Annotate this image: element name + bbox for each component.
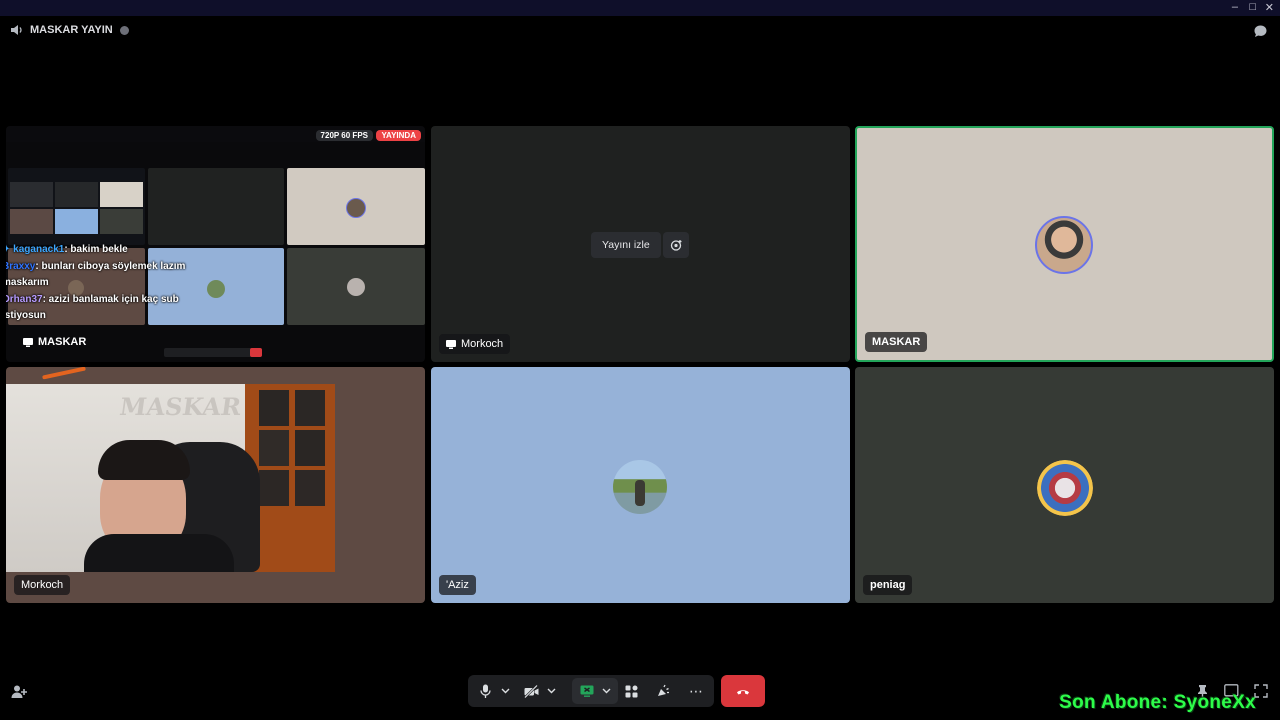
channel-header: MASKAR YAYIN — [10, 24, 130, 36]
avatar — [613, 460, 667, 514]
preview-tile — [8, 168, 145, 245]
more-options-button[interactable]: ⋯ — [686, 675, 706, 707]
stream-owner-tag: MASKAR — [16, 332, 93, 352]
user-tag: Morkoch — [439, 334, 511, 354]
stream-tile-morkoch[interactable]: Yayını izle Morkoch — [431, 126, 850, 362]
camera-tile-morkoch[interactable]: MASKAR Morkoch — [6, 367, 425, 603]
maximize-button[interactable]: □ — [1249, 1, 1256, 13]
preview-tile — [287, 248, 425, 325]
screen-share-button[interactable] — [572, 678, 618, 704]
eye-plus-icon — [670, 239, 681, 251]
chat-message: Braxxy: bunları ciboya söylemek lazım ma… — [6, 260, 186, 289]
chat-bubble-icon[interactable] — [1253, 24, 1268, 39]
mini-control-bar — [164, 348, 262, 357]
user-tag: peniag — [863, 575, 913, 595]
minimize-button[interactable]: – — [1232, 1, 1238, 13]
add-friend-icon[interactable] — [11, 684, 27, 699]
last-subscriber-overlay: Son Abone: SyoneXx — [1059, 692, 1256, 713]
chevron-down-icon — [547, 688, 555, 694]
avatar — [1035, 216, 1093, 274]
screen-icon — [446, 339, 456, 349]
preview-tile — [287, 168, 425, 245]
hair — [98, 440, 190, 480]
live-badge: YAYINDA — [376, 130, 421, 141]
channel-name: MASKAR YAYIN — [30, 24, 113, 36]
user-tile-aziz[interactable]: 'Aziz — [431, 367, 850, 603]
chat-message: Orhan37: azizi banlamak için kaç sub ist… — [6, 293, 179, 322]
phone-hangup-icon — [737, 690, 749, 695]
microphone-icon — [479, 684, 491, 698]
stream-header: 720P 60 FPS YAYINDA — [6, 126, 425, 142]
screen-share-icon — [580, 685, 593, 697]
shirt — [84, 534, 234, 572]
camera-button[interactable] — [522, 675, 540, 707]
stream-chat-overlay: ✦ kaganack1: bakim bekle Braxxy: bunları… — [6, 242, 202, 325]
webcam-feed: MASKAR — [6, 384, 335, 572]
window-titlebar: – □ ✕ — [0, 0, 1280, 16]
stream-tile-maskar[interactable]: 720P 60 FPS YAYINDA ✦ kaganack1: bakim b… — [6, 126, 425, 362]
user-tag: 'Aziz — [439, 575, 476, 595]
ellipsis-icon: ⋯ — [689, 682, 703, 699]
activities-button[interactable] — [622, 675, 640, 707]
soundboard-icon — [658, 684, 669, 696]
user-tile-peniag[interactable]: peniag — [855, 367, 1274, 603]
wall-watermark: MASKAR — [117, 392, 244, 421]
mute-button[interactable] — [476, 675, 494, 707]
call-controls: ⋯ — [468, 675, 714, 707]
user-tag: Morkoch — [14, 575, 71, 595]
speaker-icon — [11, 25, 22, 35]
activities-icon — [625, 685, 637, 697]
preview-tile — [148, 168, 284, 245]
avatar — [1037, 460, 1093, 516]
chevron-down-icon — [602, 688, 610, 694]
fullscreen-icon[interactable] — [1254, 684, 1268, 698]
disconnect-button[interactable] — [721, 675, 765, 707]
mic-options-button[interactable] — [498, 675, 512, 707]
badge-icon — [119, 25, 129, 35]
user-tag: MASKAR — [865, 332, 928, 352]
screen-icon — [23, 337, 33, 347]
chevron-down-icon — [501, 688, 509, 694]
user-tile-maskar[interactable]: MASKAR — [855, 126, 1274, 362]
watch-stream-button[interactable]: Yayını izle — [591, 232, 661, 258]
camera-off-icon — [523, 684, 538, 698]
quality-badge: 720P 60 FPS — [315, 130, 373, 141]
camera-options-button[interactable] — [544, 675, 558, 707]
chat-message: ✦ kaganack1: bakim bekle — [6, 242, 202, 259]
close-button[interactable]: ✕ — [1265, 1, 1274, 14]
popout-button[interactable] — [663, 232, 689, 258]
orange-stroke — [42, 367, 86, 380]
soundboard-button[interactable] — [654, 675, 672, 707]
